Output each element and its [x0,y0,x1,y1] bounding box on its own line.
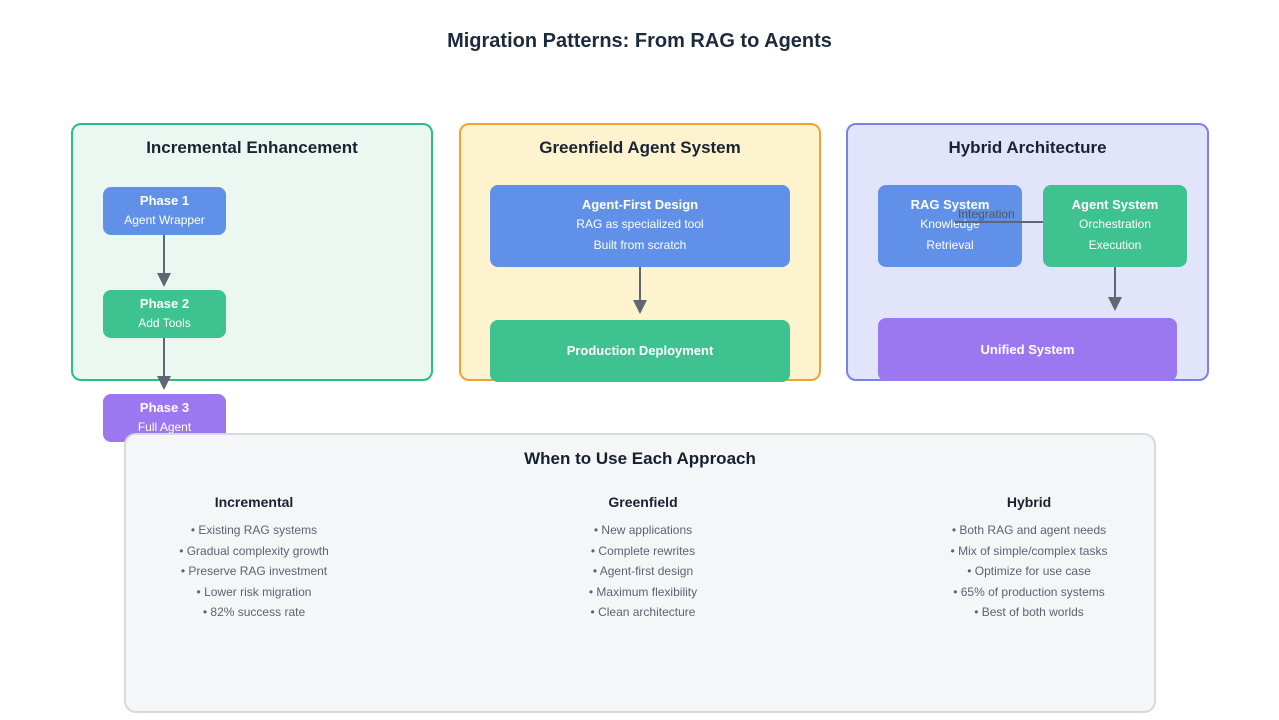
node-rag-system-line2: Retrieval [926,235,973,256]
column-greenfield: Greenfield • New applications • Complete… [523,494,763,623]
list-item: • Mix of simple/complex tasks [909,541,1149,562]
node-agent-system-line2: Execution [1089,235,1142,256]
arrow-down-head-icon [157,376,171,390]
list-item: • Clean architecture [523,602,763,623]
node-unified-system-title: Unified System [981,341,1075,359]
node-agent-system: Agent System Orchestration Execution [1043,185,1187,267]
node-agent-first-design-title: Agent-First Design [582,196,698,214]
arrow-down-icon [1114,267,1116,299]
list-item: • Complete rewrites [523,541,763,562]
node-agent-first-design-line1: RAG as specialized tool [576,214,703,235]
node-phase-1-subtitle: Agent Wrapper [124,210,205,231]
panel-when-to-use: When to Use Each Approach Incremental • … [124,433,1156,713]
list-item: • Gradual complexity growth [134,541,374,562]
list-item: • Lower risk migration [134,582,374,603]
node-agent-system-line1: Orchestration [1079,214,1151,235]
node-agent-first-design-line2: Built from scratch [594,235,687,256]
list-item: • Both RAG and agent needs [909,520,1149,541]
node-agent-first-design: Agent-First Design RAG as specialized to… [490,185,790,267]
list-item: • New applications [523,520,763,541]
arrow-down-head-icon [1108,297,1122,311]
node-phase-2: Phase 2 Add Tools [103,290,226,338]
integration-connector-label: Integration [958,207,1015,221]
column-hybrid-header: Hybrid [909,494,1149,511]
list-item: • Existing RAG systems [134,520,374,541]
node-unified-system: Unified System [878,318,1177,381]
column-hybrid: Hybrid • Both RAG and agent needs • Mix … [909,494,1149,623]
node-phase-1: Phase 1 Agent Wrapper [103,187,226,235]
panel-greenfield-title: Greenfield Agent System [461,138,819,158]
when-to-use-title: When to Use Each Approach [126,449,1154,469]
list-item: • 82% success rate [134,602,374,623]
list-item: • 65% of production systems [909,582,1149,603]
node-production-deployment: Production Deployment [490,320,790,382]
panel-hybrid-title: Hybrid Architecture [848,138,1207,158]
node-rag-system: RAG System Knowledge Retrieval [878,185,1022,267]
node-phase-2-subtitle: Add Tools [138,313,190,334]
list-item: • Agent-first design [523,561,763,582]
node-phase-3-title: Phase 3 [140,399,189,417]
integration-connector-line [955,221,1043,223]
node-phase-1-title: Phase 1 [140,192,189,210]
column-incremental-header: Incremental [134,494,374,511]
arrow-down-icon [163,235,165,275]
diagram-canvas: Migration Patterns: From RAG to Agents I… [0,0,1279,720]
arrow-down-head-icon [157,273,171,287]
column-incremental: Incremental • Existing RAG systems • Gra… [134,494,374,623]
page-title: Migration Patterns: From RAG to Agents [0,30,1279,53]
list-item: • Optimize for use case [909,561,1149,582]
panel-incremental-enhancement: Incremental Enhancement [71,123,433,381]
arrow-down-icon [639,267,641,301]
column-greenfield-header: Greenfield [523,494,763,511]
list-item: • Preserve RAG investment [134,561,374,582]
list-item: • Best of both worlds [909,602,1149,623]
arrow-down-icon [163,338,165,378]
arrow-down-head-icon [633,300,647,314]
node-production-deployment-title: Production Deployment [567,342,714,360]
node-agent-system-title: Agent System [1072,196,1159,214]
node-phase-2-title: Phase 2 [140,295,189,313]
list-item: • Maximum flexibility [523,582,763,603]
panel-incremental-title: Incremental Enhancement [73,138,431,158]
